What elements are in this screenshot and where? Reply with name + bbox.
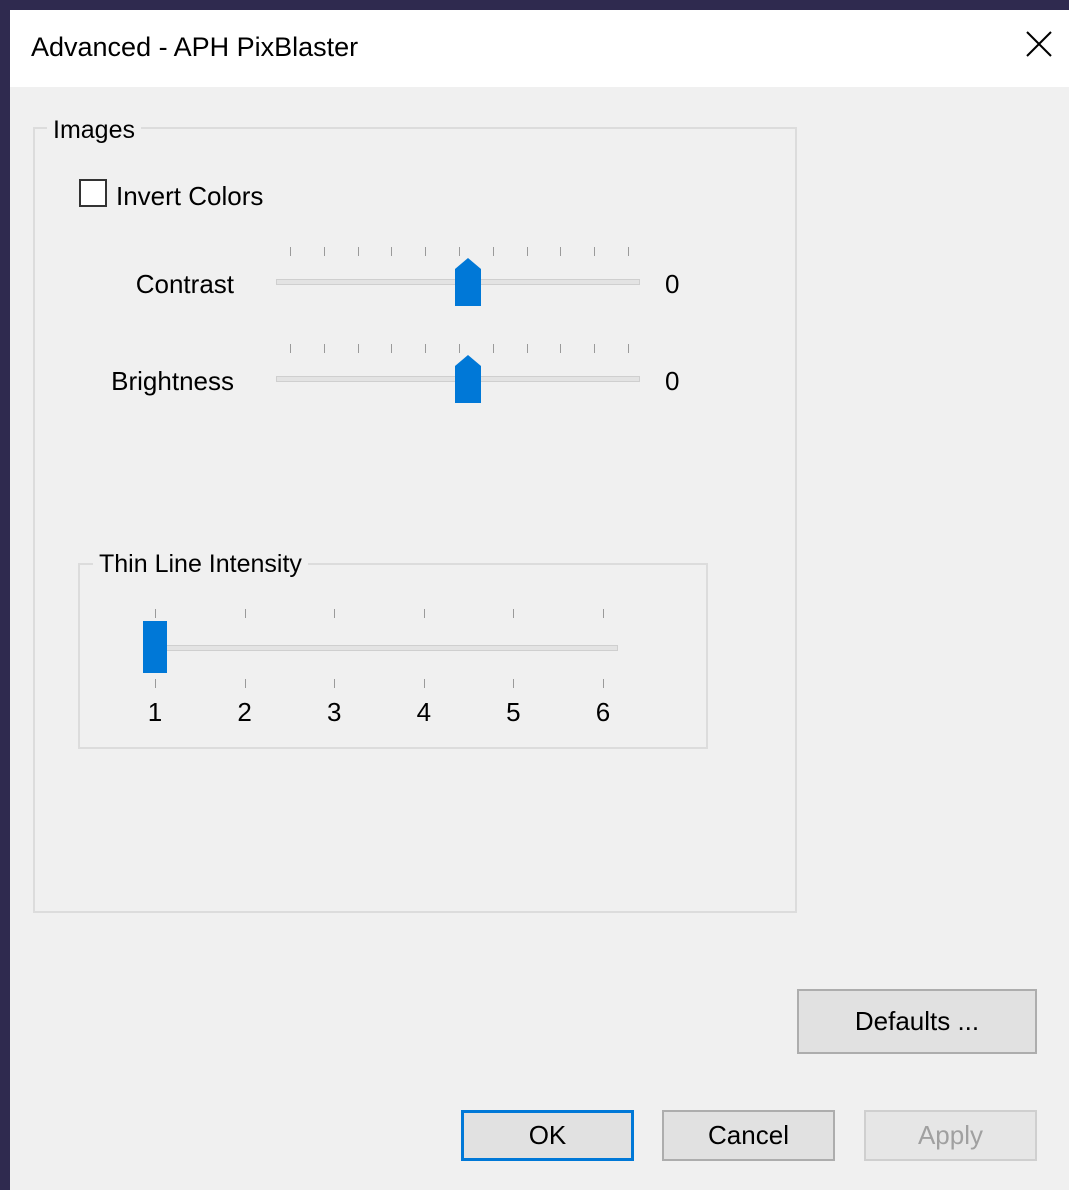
thin-line-intensity-slider[interactable]: 1 2 3 4 5 6: [140, 605, 620, 735]
slider-tick: [290, 344, 291, 353]
slider-tick: [492, 344, 494, 353]
slider-tick: [425, 247, 427, 256]
slider-tick: [155, 679, 156, 688]
slider-tick: [513, 609, 515, 618]
brightness-slider[interactable]: [276, 340, 642, 404]
contrast-label: Contrast: [135, 269, 234, 299]
close-icon: [1026, 31, 1052, 57]
tick-label: 4: [416, 697, 432, 727]
title-bar: Advanced - APH PixBlaster: [10, 10, 1069, 87]
slider-tick: [425, 344, 427, 353]
slider-tick: [560, 247, 562, 256]
thin-line-intensity-legend: Thin Line Intensity: [93, 550, 308, 579]
slider-thumb[interactable]: [454, 257, 482, 307]
invert-colors-label[interactable]: Invert Colors: [116, 181, 263, 212]
invert-colors-checkbox[interactable]: [79, 179, 107, 207]
close-button[interactable]: [1019, 24, 1059, 64]
window-frame-left: [0, 0, 10, 1190]
advanced-dialog: Advanced - APH PixBlaster Images Invert …: [0, 0, 1069, 1190]
slider-tick: [290, 247, 291, 256]
slider-tick: [423, 679, 425, 688]
slider-tick: [628, 344, 629, 353]
slider-tick: [513, 679, 515, 688]
slider-tick: [323, 247, 325, 256]
contrast-slider[interactable]: [276, 243, 642, 307]
defaults-button[interactable]: Defaults ...: [797, 989, 1037, 1054]
slider-tick: [560, 344, 562, 353]
tick-label: 1: [147, 697, 163, 727]
slider-tick: [391, 247, 393, 256]
slider-track: [150, 645, 618, 651]
slider-tick: [244, 609, 246, 618]
slider-tick: [323, 344, 325, 353]
cancel-button[interactable]: Cancel: [662, 1110, 835, 1161]
slider-tick: [334, 609, 336, 618]
slider-tick: [603, 679, 604, 688]
slider-tick: [594, 344, 596, 353]
slider-tick: [526, 247, 528, 256]
slider-tick: [526, 344, 528, 353]
tick-label: 2: [237, 697, 252, 727]
slider-tick: [492, 247, 494, 256]
slider-tick: [155, 609, 156, 618]
slider-tick: [603, 609, 604, 618]
slider-tick: [357, 247, 359, 256]
apply-button[interactable]: Apply: [864, 1110, 1037, 1161]
slider-thumb[interactable]: [454, 354, 482, 404]
tick-label: 3: [326, 697, 342, 727]
brightness-label: Brightness: [111, 366, 234, 396]
slider-tick: [357, 344, 359, 353]
contrast-value: 0: [665, 269, 680, 299]
images-group-legend: Images: [47, 116, 141, 145]
slider-tick: [244, 679, 246, 688]
slider-tick: [459, 344, 460, 353]
slider-thumb[interactable]: [143, 621, 167, 673]
ok-button[interactable]: OK: [461, 1110, 634, 1161]
window-frame-top: [0, 0, 1069, 10]
window-title: Advanced - APH PixBlaster: [31, 32, 359, 62]
slider-tick: [423, 609, 425, 618]
slider-tick: [628, 247, 629, 256]
brightness-value: 0: [665, 366, 680, 396]
tick-label: 6: [595, 697, 611, 727]
slider-tick: [334, 679, 336, 688]
slider-tick: [391, 344, 393, 353]
slider-tick: [459, 247, 460, 256]
slider-tick: [594, 247, 596, 256]
tick-label: 5: [506, 697, 521, 727]
